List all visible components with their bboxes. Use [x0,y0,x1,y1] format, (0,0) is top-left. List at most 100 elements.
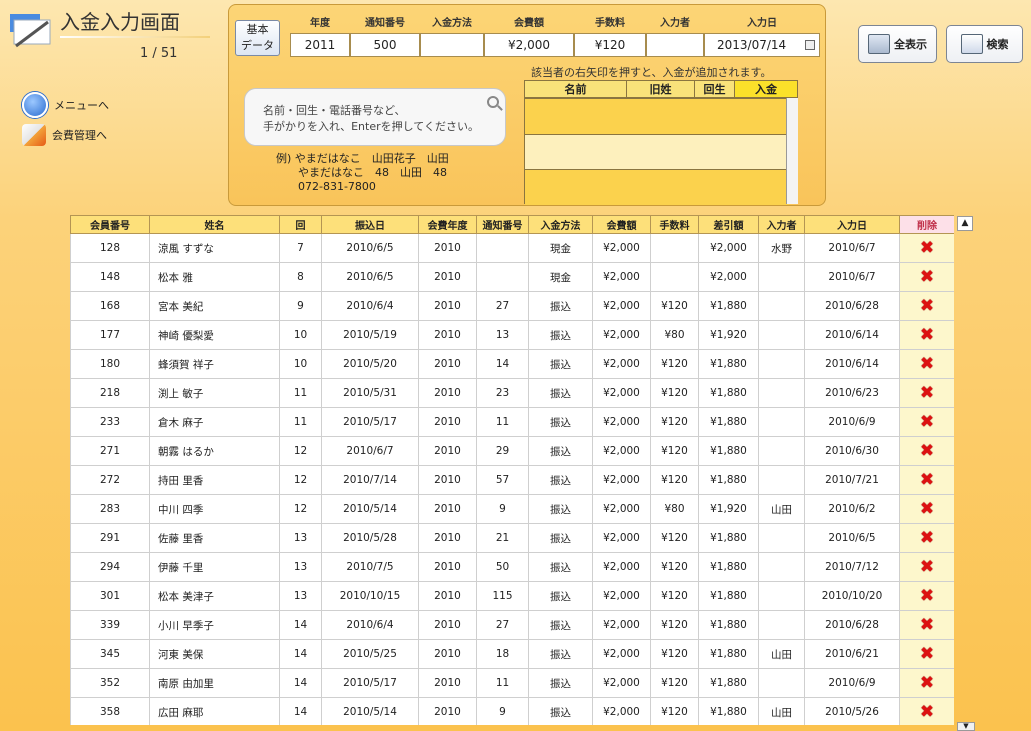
menu-link-label: メニューへ [54,99,109,112]
result-header: 名前 旧姓 回生 入金 [524,80,798,98]
table-cell: 339 [70,610,150,640]
collapse-button[interactable]: ▲ [957,216,973,231]
table-cell: ¥2,000 [592,320,651,350]
delete-x-icon[interactable]: ✖ [920,296,934,316]
search-input[interactable]: 名前・回生・電話番号など、 手がかりを入れ、Enterを押してください。 [244,88,506,146]
table-row[interactable]: 352 南原 由加里 14 2010/5/17 2010 11 振込 ¥2,000 ¥120 ¥1… [70,668,954,698]
menu-link[interactable]: メニューへ [22,92,109,118]
delete-x-icon[interactable]: ✖ [920,325,934,345]
delete-cell: ✖ [899,436,954,466]
table-cell: 朝霧 はるか [149,436,280,466]
delete-cell: ✖ [899,465,954,495]
table-cell: 13 [476,320,529,350]
table-row[interactable]: 128 涼風 すずな 7 2010/6/5 2010 現金 ¥2,000 ¥2,000 水野 20… [70,233,954,263]
table-cell: ¥120 [650,552,699,582]
basic-data-button[interactable]: 基本 データ [235,20,280,56]
delete-x-icon[interactable]: ✖ [920,528,934,548]
handling-fee-field[interactable]: ¥120 [574,33,646,57]
delete-x-icon[interactable]: ✖ [920,470,934,490]
search-button[interactable]: 検索 [946,25,1023,63]
table-row[interactable]: 339 小川 早季子 14 2010/6/4 2010 27 振込 ¥2,000 ¥120 ¥1,… [70,610,954,640]
delete-x-icon[interactable]: ✖ [920,441,934,461]
search-button-label: 検索 [986,38,1009,51]
search-placeholder-line1: 名前・回生・電話番号など、 [263,104,406,117]
delete-x-icon[interactable]: ✖ [920,702,934,722]
table-cell [758,291,805,321]
table-cell [758,465,805,495]
table-cell: 2010/5/17 [321,668,419,698]
table-cell: 宮本 美紀 [149,291,280,321]
table-cell: ¥120 [650,668,699,698]
table-cell: 振込 [528,291,593,321]
table-cell [650,262,699,292]
table-cell [758,262,805,292]
delete-x-icon[interactable]: ✖ [920,383,934,403]
table-row[interactable]: 358 広田 麻耶 14 2010/5/14 2010 9 振込 ¥2,000 ¥120 ¥1,8… [70,697,954,725]
table-cell: 13 [279,523,322,553]
table-row[interactable]: 233 倉木 麻子 11 2010/5/17 2010 11 振込 ¥2,000 ¥120 ¥1,… [70,407,954,437]
table-cell: 振込 [528,581,593,611]
table-row[interactable]: 345 河東 美保 14 2010/5/25 2010 18 振込 ¥2,000 ¥120 ¥1,… [70,639,954,669]
table-cell: 14 [279,697,322,725]
table-cell: 294 [70,552,150,582]
table-row[interactable]: 294 伊藤 千里 13 2010/7/5 2010 50 振込 ¥2,000 ¥120 ¥1,8… [70,552,954,582]
table-cell: 358 [70,697,150,725]
year-field[interactable]: 2011 [290,33,350,57]
payment-method-field[interactable] [420,33,484,57]
table-row[interactable]: 271 朝霧 はるか 12 2010/6/7 2010 29 振込 ¥2,000 ¥120 ¥1,… [70,436,954,466]
search-icon[interactable] [487,96,499,108]
table-row[interactable]: 177 神崎 優梨愛 10 2010/5/19 2010 13 振込 ¥2,000 ¥80 ¥1,… [70,320,954,350]
member-management-link[interactable]: 会費管理へ [22,124,107,146]
delete-cell: ✖ [899,668,954,698]
result-scrollbar[interactable] [786,98,798,204]
table-cell: 14 [476,349,529,379]
delete-x-icon[interactable]: ✖ [920,615,934,635]
table-header: 会員番号 姓名回振込日 会費年度 通知番号 入金方法 会費額 手数料 差引額 入力者 入力日 削除 [70,215,954,234]
delete-x-icon[interactable]: ✖ [920,238,934,258]
delete-x-icon[interactable]: ✖ [920,354,934,374]
table-cell [758,552,805,582]
input-date-field[interactable]: 2013/07/14 [704,33,820,57]
show-all-button[interactable]: 全表示 [858,25,937,63]
calendar-icon[interactable] [805,40,815,50]
table-cell: ¥2,000 [592,523,651,553]
table-cell: 12 [279,494,322,524]
scroll-down-button[interactable]: ▼ [957,722,975,731]
table-row[interactable]: 180 蜂須賀 祥子 10 2010/5/20 2010 14 振込 ¥2,000 ¥120 ¥1… [70,349,954,379]
fee-amount-field[interactable]: ¥2,000 [484,33,574,57]
delete-x-icon[interactable]: ✖ [920,673,934,693]
table-row[interactable]: 301 松本 美津子 13 2010/10/15 2010 115 振込 ¥2,000 ¥120… [70,581,954,611]
table-cell: 115 [476,581,529,611]
table-row[interactable]: 283 中川 四季 12 2010/5/14 2010 9 振込 ¥2,000 ¥80 ¥1,92… [70,494,954,524]
table-cell: 振込 [528,523,593,553]
table-row[interactable]: 218 渕上 敏子 11 2010/5/31 2010 23 振込 ¥2,000 ¥120 ¥1,… [70,378,954,408]
table-row[interactable]: 168 宮本 美紀 9 2010/6/4 2010 27 振込 ¥2,000 ¥120 ¥1,88… [70,291,954,321]
result-slot [525,134,789,170]
delete-x-icon[interactable]: ✖ [920,499,934,519]
delete-x-icon[interactable]: ✖ [920,412,934,432]
delete-x-icon[interactable]: ✖ [920,586,934,606]
delete-x-icon[interactable]: ✖ [920,557,934,577]
delete-x-icon[interactable]: ✖ [920,267,934,287]
table-cell: ¥1,880 [698,639,759,669]
table-cell: 128 [70,233,150,263]
table-cell: 振込 [528,378,593,408]
table-row[interactable]: 272 持田 里香 12 2010/7/14 2010 57 振込 ¥2,000 ¥120 ¥1,… [70,465,954,495]
table-cell: ¥1,880 [698,436,759,466]
table-cell: 283 [70,494,150,524]
delete-x-icon[interactable]: ✖ [920,644,934,664]
table-cell: 神崎 優梨愛 [149,320,280,350]
operator-field[interactable] [646,33,704,57]
table-row[interactable]: 148 松本 雅 8 2010/6/5 2010 現金 ¥2,000 ¥2,000 2010/6… [70,262,954,292]
result-slot [525,170,789,205]
search-result-list[interactable] [524,98,798,205]
table-cell: 振込 [528,407,593,437]
table-cell: ¥1,880 [698,610,759,640]
table-row[interactable]: 291 佐藤 里香 13 2010/5/28 2010 21 振込 ¥2,000 ¥120 ¥1,… [70,523,954,553]
table-cell: ¥120 [650,291,699,321]
table-cell: 9 [279,291,322,321]
table-cell [758,610,805,640]
notice-number-field[interactable]: 500 [350,33,420,57]
table-cell: 松本 雅 [149,262,280,292]
table-cell: 2010/6/4 [321,291,419,321]
